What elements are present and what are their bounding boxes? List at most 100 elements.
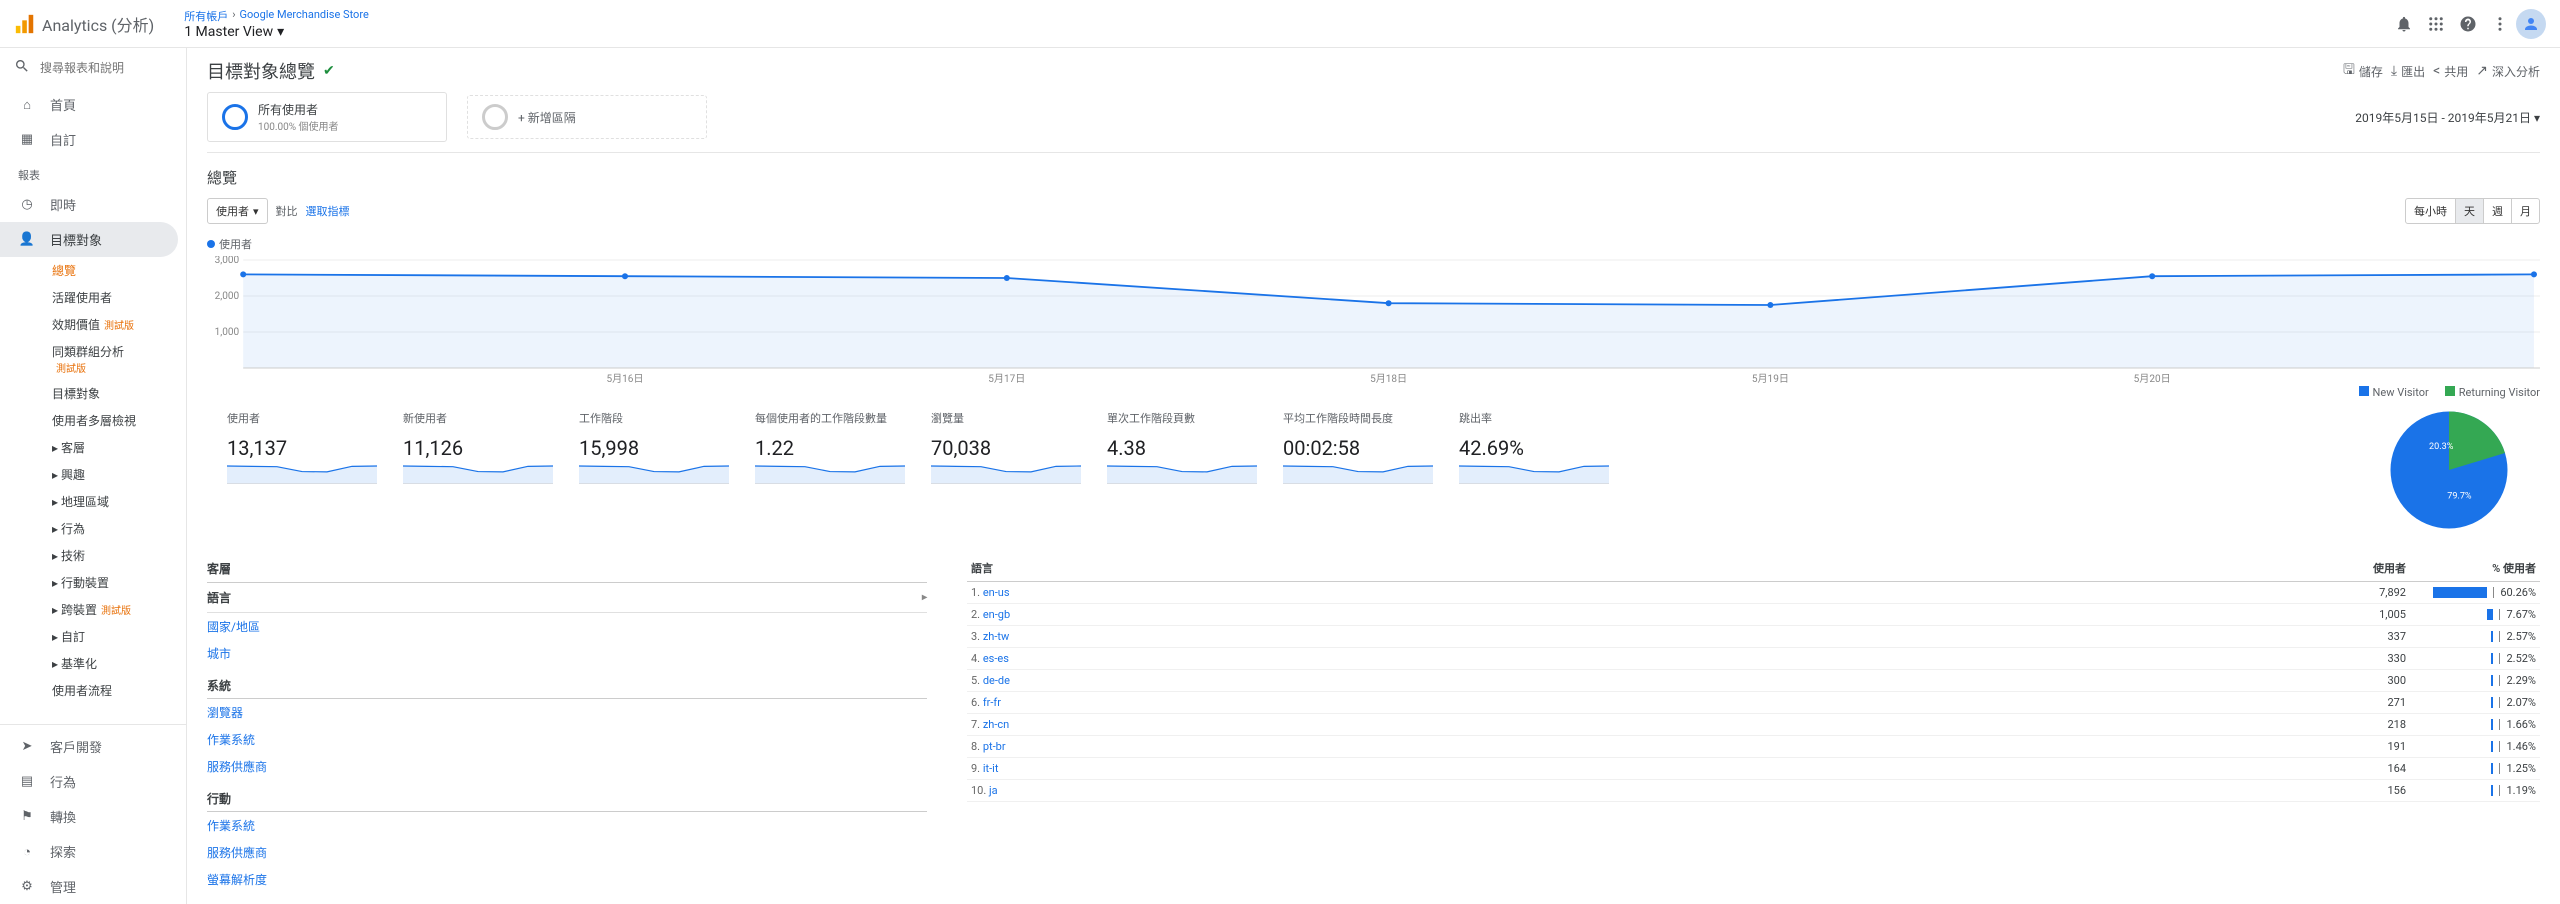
table-row[interactable]: 6. fr-fr 271 2.07% xyxy=(967,692,2540,714)
table-row[interactable]: 1. en-us 7,892 60.26% xyxy=(967,582,2540,604)
dim-group-system: 系統 xyxy=(207,667,927,699)
table-row[interactable]: 10. ja 156 1.19% xyxy=(967,780,2540,802)
metric-value: 11,126 xyxy=(403,436,553,460)
dim-link-country[interactable]: 國家/地區 xyxy=(207,613,927,640)
subnav-tech[interactable]: ▸ 技術 xyxy=(0,542,186,569)
language-link[interactable]: en-us xyxy=(983,586,1010,599)
segment-all-users[interactable]: 所有使用者 100.00% 個使用者 xyxy=(207,92,447,142)
interval-month[interactable]: 月 xyxy=(2511,198,2540,224)
subnav-user-explorer[interactable]: 使用者多層檢視 xyxy=(0,407,186,434)
metric-card[interactable]: 每個使用者的工作階段數量 1.22 xyxy=(755,410,905,525)
subnav-uflow[interactable]: 使用者流程 xyxy=(0,677,186,704)
interval-hour[interactable]: 每小時 xyxy=(2405,198,2456,224)
language-link[interactable]: de-de xyxy=(983,674,1010,687)
subnav-interests[interactable]: ▸ 興趣 xyxy=(0,461,186,488)
language-link[interactable]: ja xyxy=(989,784,998,797)
subnav-mobile[interactable]: ▸ 行動裝置 xyxy=(0,569,186,596)
insights-icon: ↗ xyxy=(2476,63,2488,79)
table-row[interactable]: 5. de-de 300 2.29% xyxy=(967,670,2540,692)
subnav-demographics[interactable]: ▸ 客層 xyxy=(0,434,186,461)
metric-card[interactable]: 使用者 13,137 xyxy=(227,410,377,525)
search-field[interactable] xyxy=(40,61,172,75)
subnav-crossdev[interactable]: ▸ 跨裝置測試版 xyxy=(0,596,186,623)
pick-metric-link[interactable]: 選取指標 xyxy=(306,203,350,219)
home-icon: ⌂ xyxy=(18,97,36,113)
subnav-bench[interactable]: ▸ 基準化 xyxy=(0,650,186,677)
language-link[interactable]: zh-cn xyxy=(983,718,1009,731)
nav-behavior[interactable]: ▤行為 xyxy=(0,764,186,799)
svg-text:1,000: 1,000 xyxy=(215,327,240,338)
export-button[interactable]: ⤓匯出 xyxy=(2391,63,2425,80)
nav-audience[interactable]: 👤目標對象 xyxy=(0,222,178,257)
more-vert-icon[interactable] xyxy=(2484,8,2516,40)
metric-card[interactable]: 單次工作階段頁數 4.38 xyxy=(1107,410,1257,525)
breadcrumb-accounts[interactable]: 所有帳戶 xyxy=(184,8,228,24)
table-row[interactable]: 9. it-it 164 1.25% xyxy=(967,758,2540,780)
subnav-behavior[interactable]: ▸ 行為 xyxy=(0,515,186,542)
language-link[interactable]: en-gb xyxy=(983,608,1010,621)
interval-day[interactable]: 天 xyxy=(2455,198,2484,224)
nav-home[interactable]: ⌂首頁 xyxy=(0,87,186,122)
search-input[interactable] xyxy=(0,48,186,87)
bell-icon[interactable] xyxy=(2388,8,2420,40)
nav-admin[interactable]: ⚙管理 xyxy=(0,869,186,904)
nav-discover[interactable]: ◔探索 xyxy=(0,834,186,869)
shield-icon[interactable]: ✔ xyxy=(323,63,335,79)
subnav-active[interactable]: 活躍使用者 xyxy=(0,284,186,311)
language-link[interactable]: zh-tw xyxy=(983,630,1009,643)
metric-card[interactable]: 工作階段 15,998 xyxy=(579,410,729,525)
table-row[interactable]: 7. zh-cn 218 1.66% xyxy=(967,714,2540,736)
metric-card[interactable]: 跳出率 42.69% xyxy=(1459,410,1609,525)
help-icon[interactable] xyxy=(2452,8,2484,40)
pie-chart[interactable]: 20.3% 79.7% xyxy=(2384,405,2514,535)
dim-link-city[interactable]: 城市 xyxy=(207,640,927,667)
dim-link-mob-isp[interactable]: 服務供應商 xyxy=(207,839,927,866)
segment-add[interactable]: + 新增區隔 xyxy=(467,95,707,139)
subnav-custom[interactable]: ▸ 自訂 xyxy=(0,623,186,650)
language-link[interactable]: pt-br xyxy=(983,740,1006,753)
subnav-audiences[interactable]: 目標對象 xyxy=(0,380,186,407)
interval-week[interactable]: 週 xyxy=(2483,198,2512,224)
avatar[interactable] xyxy=(2516,9,2546,39)
nav-acquisition[interactable]: ➤客戶開發 xyxy=(0,729,186,764)
language-link[interactable]: it-it xyxy=(983,762,999,775)
date-range-picker[interactable]: 2019年5月15日 - 2019年5月21日 ▾ xyxy=(2355,109,2540,126)
th-lang[interactable]: 語言 xyxy=(967,555,2300,582)
view-selector[interactable]: 1 Master View ▾ xyxy=(184,24,369,40)
dim-link-isp[interactable]: 服務供應商 xyxy=(207,753,927,780)
metric-selector[interactable]: 使用者 ▾ xyxy=(207,198,268,224)
subnav-ltv[interactable]: 效期價值測試版 xyxy=(0,311,186,338)
nav-conversion[interactable]: ⚑轉換 xyxy=(0,799,186,834)
dim-link-os[interactable]: 作業系統 xyxy=(207,726,927,753)
subnav-geo[interactable]: ▸ 地理區域 xyxy=(0,488,186,515)
left-nav: ⌂首頁 ▦自訂 報表 ◷即時 👤目標對象 總覽 活躍使用者 效期價值測試版 同類… xyxy=(0,48,187,904)
ga-logo[interactable]: Analytics (分析) xyxy=(14,12,154,36)
table-row[interactable]: 3. zh-tw 337 2.57% xyxy=(967,626,2540,648)
table-row[interactable]: 8. pt-br 191 1.46% xyxy=(967,736,2540,758)
save-button[interactable]: 🖫儲存 xyxy=(2343,59,2383,83)
metric-card[interactable]: 瀏覽量 70,038 xyxy=(931,410,1081,525)
dim-link-browser[interactable]: 瀏覽器 xyxy=(207,699,927,726)
share-button[interactable]: <共用 xyxy=(2433,63,2468,80)
main-chart[interactable]: 1,0002,0003,0005月16日5月17日5月18日5月19日5月20日 xyxy=(207,256,2540,386)
apps-icon[interactable] xyxy=(2420,8,2452,40)
nav-custom[interactable]: ▦自訂 xyxy=(0,122,186,157)
metric-card[interactable]: 新使用者 11,126 xyxy=(403,410,553,525)
dim-group-language[interactable]: 語言▸ xyxy=(207,583,927,613)
th-pct[interactable]: % 使用者 xyxy=(2410,555,2540,582)
subnav-cohort[interactable]: 同類群組分析測試版 xyxy=(0,338,186,380)
metric-card[interactable]: 平均工作階段時間長度 00:02:58 xyxy=(1283,410,1433,525)
th-users[interactable]: 使用者 xyxy=(2300,555,2410,582)
cell-users: 300 xyxy=(2300,670,2410,692)
subnav-overview[interactable]: 總覽 xyxy=(0,257,186,284)
dim-link-mob-os[interactable]: 作業系統 xyxy=(207,812,927,839)
table-row[interactable]: 4. es-es 330 2.52% xyxy=(967,648,2540,670)
segment-add-ring-icon xyxy=(482,104,508,130)
table-row[interactable]: 2. en-gb 1,005 7.67% xyxy=(967,604,2540,626)
dim-link-mob-res[interactable]: 螢幕解析度 xyxy=(207,866,927,893)
nav-realtime[interactable]: ◷即時 xyxy=(0,187,186,222)
language-link[interactable]: es-es xyxy=(983,652,1009,665)
breadcrumb-property[interactable]: Google Merchandise Store xyxy=(240,8,369,24)
language-link[interactable]: fr-fr xyxy=(983,696,1001,709)
insights-button[interactable]: ↗深入分析 xyxy=(2476,63,2540,80)
